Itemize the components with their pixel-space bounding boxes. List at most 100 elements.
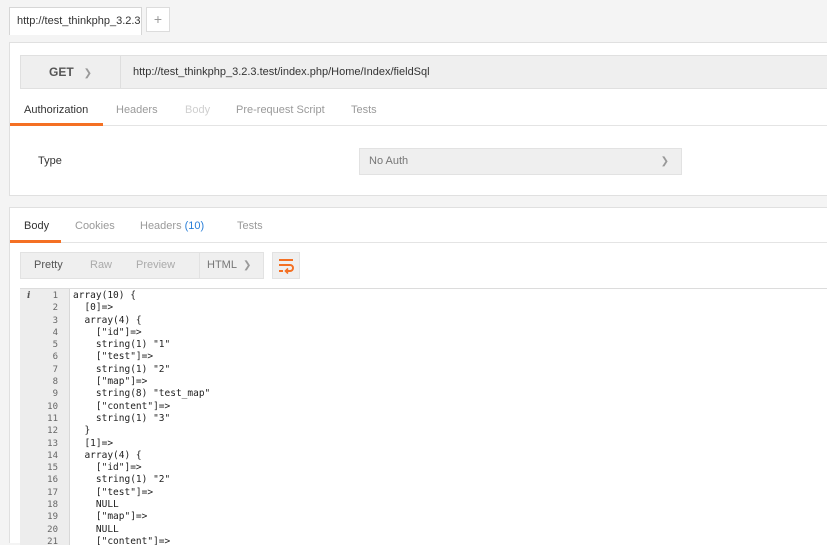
line-number: 11 xyxy=(47,413,58,424)
code-line: 7 string(1) "2" xyxy=(20,364,827,376)
code-text: ["id"]=> xyxy=(73,462,142,474)
code-line: 9 string(8) "test_map" xyxy=(20,388,827,400)
active-tab-indicator xyxy=(10,123,103,126)
active-tab-indicator xyxy=(10,240,61,243)
line-number: 6 xyxy=(52,352,58,363)
tab-response-headers[interactable]: Headers (10) xyxy=(140,220,204,232)
code-text: ["test"]=> xyxy=(73,351,154,363)
line-number: 3 xyxy=(52,315,58,326)
line-number: 20 xyxy=(47,524,58,535)
code-text: [0]=> xyxy=(73,302,114,314)
tab-body[interactable]: Body xyxy=(185,99,210,121)
line-number: 17 xyxy=(47,487,58,498)
auth-type-value: No Auth xyxy=(369,155,409,167)
format-select[interactable]: HTML ❯ xyxy=(199,252,264,279)
line-number: 16 xyxy=(47,475,58,486)
line-number: 1 xyxy=(52,291,58,301)
code-line: 11 string(1) "3" xyxy=(20,413,827,425)
line-number: 14 xyxy=(47,450,58,461)
code-text: ["map"]=> xyxy=(73,376,148,388)
line-number: 7 xyxy=(52,364,58,375)
code-line: 1 array(10) { xyxy=(20,290,827,302)
code-line: 21 ["content"]=> xyxy=(20,536,827,545)
request-panel: GET ❯ http://test_thinkphp_3.2.3.test/ind… xyxy=(9,42,827,196)
code-text: string(1) "1" xyxy=(73,339,171,351)
view-pretty-button[interactable]: Pretty xyxy=(34,253,63,278)
line-number: 9 xyxy=(52,389,58,400)
auth-type-select[interactable]: No Auth ❯ xyxy=(359,148,682,175)
headers-tab-label: Headers xyxy=(140,220,182,232)
url-input[interactable]: http://test_thinkphp_3.2.3.test/index.ph… xyxy=(133,56,430,88)
headers-count-badge: (10) xyxy=(184,220,205,232)
code-text: string(1) "2" xyxy=(73,474,171,486)
auth-type-label: Type xyxy=(38,155,62,167)
code-text: NULL xyxy=(73,499,119,511)
code-text: } xyxy=(73,425,91,437)
line-number: 13 xyxy=(47,438,58,449)
request-tab[interactable]: http://test_thinkphp_3.2.3 xyxy=(9,7,142,35)
code-line: 3 array(4) { xyxy=(20,315,827,327)
code-line: 16 string(1) "2" xyxy=(20,474,827,486)
line-number: 18 xyxy=(47,500,58,511)
tab-headers[interactable]: Headers xyxy=(116,99,158,121)
tab-authorization[interactable]: Authorization xyxy=(24,99,88,121)
method-select[interactable]: GET ❯ xyxy=(21,56,121,88)
code-text: array(10) { xyxy=(73,290,136,301)
code-text: [1]=> xyxy=(73,437,114,449)
wrap-lines-icon xyxy=(279,259,294,275)
line-number: 8 xyxy=(52,377,58,388)
response-tabs: Body Cookies Headers (10) Tests xyxy=(10,208,827,243)
code-text: array(4) { xyxy=(73,449,142,461)
tab-tests[interactable]: Tests xyxy=(351,99,377,121)
code-lines: 1 array(10) {2 [0]=> 3 array(4) {4 ["id"]=… xyxy=(20,290,827,545)
code-text: ["map"]=> xyxy=(73,511,148,523)
code-line: 8 ["map"]=> xyxy=(20,376,827,388)
line-number: 4 xyxy=(52,327,58,338)
tab-response-tests[interactable]: Tests xyxy=(237,220,263,232)
code-line: 4 ["id"]=> xyxy=(20,327,827,339)
line-number: 12 xyxy=(47,426,58,437)
code-text: ["id"]=> xyxy=(73,326,142,338)
chevron-down-icon: ❯ xyxy=(83,68,93,79)
line-number: 5 xyxy=(52,340,58,351)
code-line: 2 [0]=> xyxy=(20,302,827,314)
line-number: 10 xyxy=(47,401,58,412)
code-text: array(4) { xyxy=(73,314,142,326)
chevron-down-icon: ❯ xyxy=(242,260,252,271)
code-line: 5 string(1) "1" xyxy=(20,339,827,351)
tab-strip: http://test_thinkphp_3.2.3 + xyxy=(0,0,827,37)
request-tabs: Authorization Headers Body Pre-request S… xyxy=(10,99,827,126)
code-line: 6 ["test"]=> xyxy=(20,351,827,363)
code-line: 17 ["test"]=> xyxy=(20,487,827,499)
format-value: HTML xyxy=(207,259,237,271)
code-line: 14 array(4) { xyxy=(20,450,827,462)
tab-cookies[interactable]: Cookies xyxy=(75,220,115,232)
code-text: string(1) "3" xyxy=(73,412,171,424)
code-line: 10 ["content"]=> xyxy=(20,401,827,413)
tab-response-body[interactable]: Body xyxy=(24,220,49,232)
wrap-lines-button[interactable] xyxy=(272,252,300,279)
chevron-down-icon: ❯ xyxy=(660,156,669,167)
code-line: 12 } xyxy=(20,425,827,437)
response-body-editor[interactable]: i 1 array(10) {2 [0]=> 3 array(4) {4 ["id"… xyxy=(20,288,827,545)
view-preview-button[interactable]: Preview xyxy=(136,253,175,278)
line-number: 19 xyxy=(47,512,58,523)
tab-pre-request-script[interactable]: Pre-request Script xyxy=(236,99,325,121)
code-text: string(1) "2" xyxy=(73,363,171,375)
code-line: 13 [1]=> xyxy=(20,438,827,450)
view-raw-button[interactable]: Raw xyxy=(90,253,112,278)
line-number: 15 xyxy=(47,463,58,474)
request-tab-label: http://test_thinkphp_3.2.3 xyxy=(17,15,141,27)
line-number: 2 xyxy=(52,303,58,314)
code-text: ["content"]=> xyxy=(73,535,171,545)
new-tab-button[interactable]: + xyxy=(146,7,170,32)
code-text: ["content"]=> xyxy=(73,400,171,412)
code-line: 18 NULL xyxy=(20,499,827,511)
method-label: GET xyxy=(49,65,74,79)
code-text: NULL xyxy=(73,523,119,535)
line-number: 21 xyxy=(47,536,58,545)
code-line: 15 ["id"]=> xyxy=(20,462,827,474)
code-text: string(8) "test_map" xyxy=(73,388,211,400)
code-line: 20 NULL xyxy=(20,524,827,536)
response-panel: Body Cookies Headers (10) Tests Pretty R… xyxy=(9,207,827,545)
